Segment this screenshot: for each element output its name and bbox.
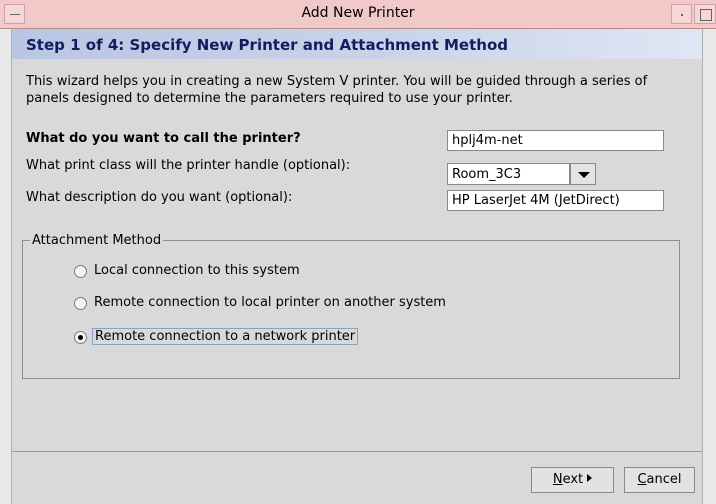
attachment-method-legend: Attachment Method — [30, 233, 164, 248]
chevron-down-icon — [578, 172, 590, 178]
window-title: Add New Printer — [301, 5, 415, 21]
print-class-dropdown-button[interactable] — [570, 163, 596, 185]
cancel-label: ancel — [646, 472, 682, 487]
maximize-icon — [700, 9, 712, 21]
description-label: What description do you want (optional): — [26, 190, 293, 205]
next-mnemonic: N — [552, 472, 563, 487]
radio-button-selected[interactable] — [74, 331, 87, 344]
intro-text: This wizard helps you in creating a new … — [26, 74, 648, 106]
next-button[interactable]: Next — [531, 467, 614, 493]
radio-label[interactable]: Remote connection to a network printer — [92, 328, 359, 345]
window-frame-left — [0, 29, 12, 504]
print-class-label: What print class will the printer handle… — [26, 158, 351, 173]
next-label: ext — [562, 472, 584, 487]
maximize-button[interactable] — [694, 4, 716, 24]
cancel-mnemonic: C — [637, 472, 647, 487]
step-title: Step 1 of 4: Specify New Printer and Att… — [26, 36, 508, 54]
description-input[interactable]: HP LaserJet 4M (JetDirect) — [447, 190, 664, 211]
printer-name-input[interactable]: hplj4m-net — [447, 130, 664, 151]
radio-label[interactable]: Local connection to this system — [92, 263, 302, 278]
minimize-icon — [681, 14, 683, 16]
window-frame-right — [702, 29, 716, 504]
radio-button[interactable] — [74, 265, 87, 278]
cancel-button[interactable]: Cancel — [624, 467, 695, 493]
next-arrow-icon — [587, 474, 593, 482]
title-bar[interactable]: Add New Printer — [0, 0, 716, 29]
radio-label[interactable]: Remote connection to local printer on an… — [92, 295, 448, 310]
minimize-button[interactable] — [671, 4, 692, 24]
printer-name-label: What do you want to call the printer? — [26, 131, 301, 146]
print-class-select[interactable]: Room_3C3 — [447, 163, 570, 185]
radio-button[interactable] — [74, 297, 87, 310]
step-header: Step 1 of 4: Specify New Printer and Att… — [12, 29, 702, 59]
